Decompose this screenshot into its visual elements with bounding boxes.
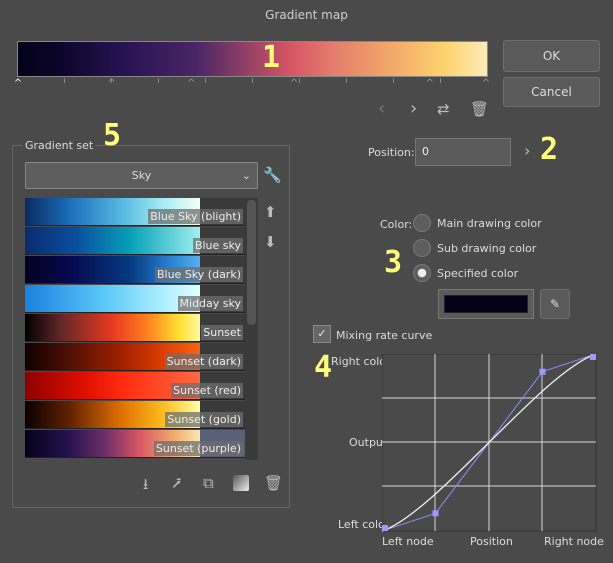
import-icon[interactable]: ⭳ [143, 474, 148, 499]
gradient-list-item[interactable]: Sunset (red) [25, 372, 245, 400]
position-label: Position: [368, 146, 415, 159]
gradient-set-label: Gradient set [22, 139, 97, 152]
scale-tick [64, 78, 65, 83]
chevron-down-icon: ⌄ [241, 169, 251, 182]
position-next-icon[interactable]: › [524, 141, 530, 160]
previous-node-icon[interactable]: ‹ [378, 98, 385, 119]
gradient-item-label: Sunset [201, 325, 243, 340]
x-label-right-node: Right node [544, 535, 604, 548]
radio-button[interactable] [413, 239, 431, 257]
annotation-4: 4 [314, 350, 333, 385]
color-option-radio[interactable]: Main drawing color [413, 214, 542, 232]
dialog-title: Gradient map [265, 8, 348, 22]
curve-control-point[interactable] [382, 525, 388, 531]
radio-label: Sub drawing color [437, 241, 537, 255]
gradient-list-item[interactable]: Sunset (purple) [25, 430, 245, 458]
radio-button[interactable] [413, 214, 431, 232]
gradient-node-marker[interactable]: ^ [481, 79, 491, 89]
delete-node-icon[interactable]: 🗑 [470, 100, 489, 118]
duplicate-icon[interactable]: ⧉ [203, 474, 214, 492]
export-icon[interactable]: ⭷ [172, 474, 181, 499]
gradient-item-label: Sunset (red) [171, 383, 243, 398]
gradient-set-dropdown[interactable]: Sky ⌄ [25, 162, 258, 189]
gradient-set-selected: Sky [131, 169, 152, 182]
gradient-item-label: Midday sky [177, 296, 243, 311]
gradient-preview-bar[interactable] [17, 41, 488, 77]
scale-tick [252, 78, 253, 83]
mixing-curve-checkbox[interactable]: ✓ [313, 325, 331, 343]
move-up-icon[interactable]: ⬆ [264, 203, 277, 221]
annotation-2: 2 [540, 132, 559, 167]
scale-tick [299, 78, 300, 83]
gradient-list-item[interactable]: Midday sky [25, 285, 245, 313]
wrench-icon[interactable]: 🔧 [263, 166, 282, 184]
ok-button[interactable]: OK [503, 40, 600, 72]
specified-color-swatch[interactable] [438, 289, 534, 319]
cancel-button[interactable]: Cancel [503, 77, 600, 107]
scale-tick [158, 78, 159, 83]
gradient-swatch [25, 285, 200, 312]
scale-tick [440, 78, 441, 83]
gradient-item-label: Blue Sky (blight) [148, 209, 243, 224]
eyedropper-button[interactable]: ✎ [540, 289, 570, 319]
gradient-list-item[interactable]: Blue sky [25, 227, 245, 255]
next-node-icon[interactable]: › [410, 98, 417, 119]
list-scrollbar[interactable] [245, 198, 258, 460]
eyedropper-icon: ✎ [549, 297, 561, 311]
x-label-left-node: Left node [382, 535, 434, 548]
scale-tick [393, 78, 394, 83]
gradient-node-marker[interactable]: ^ [425, 79, 435, 89]
gradient-swatch [25, 227, 200, 254]
gradient-node-marker[interactable]: ^ [13, 79, 23, 89]
curve-control-point[interactable] [590, 354, 596, 360]
gradient-list-item[interactable]: Sunset (gold) [25, 401, 245, 429]
x-label-position: Position [470, 535, 513, 548]
annotation-5: 5 [103, 118, 122, 153]
annotation-1: 1 [262, 40, 281, 75]
add-gradient-icon[interactable] [233, 475, 249, 491]
gradient-list-item[interactable]: Sunset (dark) [25, 343, 245, 371]
delete-gradient-icon[interactable]: 🗑 [264, 474, 283, 492]
gradient-item-label: Blue sky [192, 238, 243, 253]
gradient-node-marker[interactable]: ^ [107, 79, 117, 89]
gradient-item-label: Sunset (purple) [153, 441, 243, 456]
reverse-gradient-icon[interactable]: ⇄ [437, 100, 450, 118]
gradient-list-item[interactable]: Blue Sky (blight) [25, 198, 245, 226]
mixing-curve-label: Mixing rate curve [336, 329, 433, 342]
color-option-radio[interactable]: Specified color [413, 264, 518, 282]
curve-control-point[interactable] [539, 368, 546, 375]
gradient-item-label: Blue Sky (dark) [154, 267, 243, 282]
gradient-item-label: Sunset (dark) [164, 354, 243, 369]
color-label: Color: [380, 218, 413, 231]
curve-control-point[interactable] [432, 510, 439, 517]
scale-tick [346, 78, 347, 83]
gradient-swatch [25, 314, 200, 341]
gradient-node-marker[interactable]: ^ [186, 79, 196, 89]
radio-button[interactable] [413, 264, 431, 282]
position-input[interactable]: 0 [415, 138, 511, 166]
mixing-curve-graph[interactable] [382, 354, 598, 534]
radio-label: Main drawing color [437, 216, 542, 230]
move-down-icon[interactable]: ⬇ [264, 233, 277, 251]
color-option-radio[interactable]: Sub drawing color [413, 239, 536, 257]
radio-label: Specified color [437, 266, 519, 280]
scale-tick [205, 78, 206, 83]
gradient-list-item[interactable]: Sunset [25, 314, 245, 342]
gradient-list-item[interactable]: Blue Sky (dark) [25, 256, 245, 284]
gradient-item-label: Sunset (gold) [165, 412, 243, 427]
gradient-node-marker[interactable]: ^ [289, 79, 299, 89]
annotation-3: 3 [384, 245, 403, 280]
